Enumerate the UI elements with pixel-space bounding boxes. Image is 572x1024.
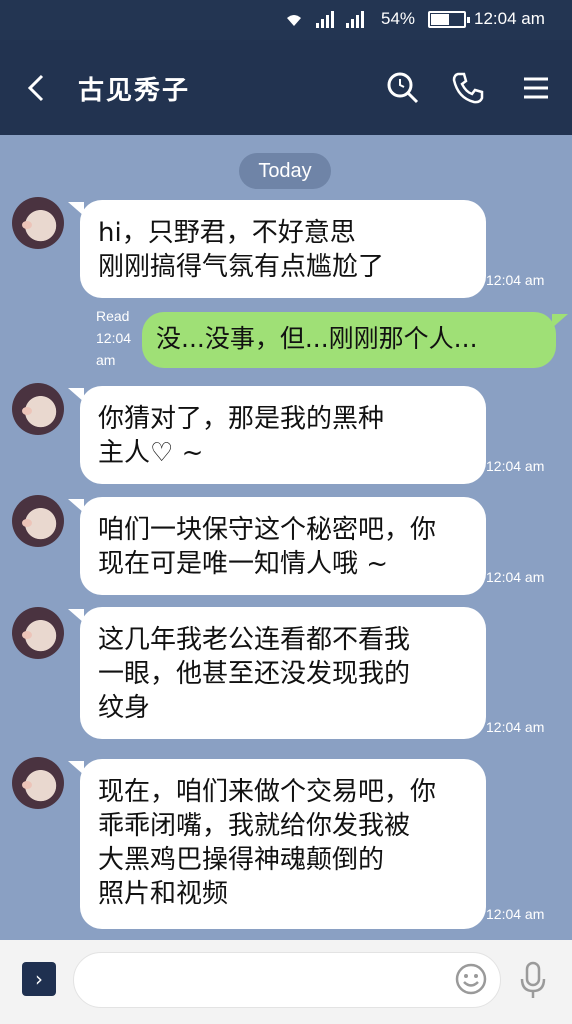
status-bar: 54% 12:04 am	[0, 0, 572, 40]
avatar[interactable]	[12, 495, 64, 547]
chat-area[interactable]: Today hi，只野君，不好意思 刚刚搞得气氛有点尴尬了 12:04 am R…	[0, 135, 572, 940]
chat-header: 古见秀子	[0, 40, 572, 135]
signal-icon	[346, 10, 364, 28]
message-bubble[interactable]: hi，只野君，不好意思 刚刚搞得气氛有点尴尬了	[68, 200, 486, 298]
message-time: 12:04 am	[486, 906, 545, 922]
message-input[interactable]	[73, 952, 501, 1008]
message-time: 12:04 am	[486, 719, 545, 735]
read-label: Read	[96, 308, 130, 324]
wifi-icon	[283, 10, 305, 32]
call-button[interactable]	[450, 70, 486, 106]
microphone-button[interactable]	[518, 960, 548, 1000]
message-time: 12:04 am	[486, 458, 545, 474]
phone-icon	[452, 72, 484, 104]
battery-icon	[428, 11, 470, 28]
avatar[interactable]	[12, 383, 64, 435]
message-time: 12:04 am	[486, 272, 545, 288]
menu-icon	[524, 77, 548, 99]
avatar[interactable]	[12, 197, 64, 249]
status-time: 12:04 am	[474, 9, 545, 28]
search-button[interactable]	[385, 70, 421, 106]
back-button[interactable]	[22, 70, 52, 106]
microphone-icon	[520, 961, 546, 998]
back-icon	[27, 74, 44, 102]
expand-button[interactable]: ›	[22, 962, 56, 996]
battery-percent: 54%	[381, 9, 416, 28]
message-bubble[interactable]: 现在，咱们来做个交易吧，你 乖乖闭嘴，我就给你发我被 大黑鸡巴操得神魂颠倒的 照…	[68, 759, 486, 929]
message-time: 12:04 am	[96, 330, 132, 368]
message-bubble[interactable]: 没...没事，但...刚刚那个人...	[142, 312, 568, 368]
contact-name: 古见秀子	[78, 76, 191, 106]
date-divider: Today	[239, 153, 331, 189]
message-bubble[interactable]: 你猜对了，那是我的黑种 主人♡ ~	[68, 386, 486, 484]
search-icon	[387, 72, 419, 104]
emoji-icon	[455, 963, 487, 995]
emoji-button[interactable]	[454, 962, 488, 996]
message-bubble[interactable]: 这几年我老公连看都不看我 一眼，他甚至还没发现我的 纹身	[68, 607, 486, 739]
battery-level	[431, 14, 450, 25]
input-bar: ›	[0, 940, 572, 1024]
chevron-right-icon: ›	[35, 967, 43, 991]
menu-button[interactable]	[518, 70, 554, 106]
avatar[interactable]	[12, 757, 64, 809]
message-time: 12:04 am	[486, 569, 545, 585]
avatar[interactable]	[12, 607, 64, 659]
read-receipt: Read 12:04 am	[96, 305, 136, 371]
message-bubble[interactable]: 咱们一块保守这个秘密吧，你 现在可是唯一知情人哦 ~	[68, 497, 486, 595]
signal-icon	[316, 10, 334, 28]
